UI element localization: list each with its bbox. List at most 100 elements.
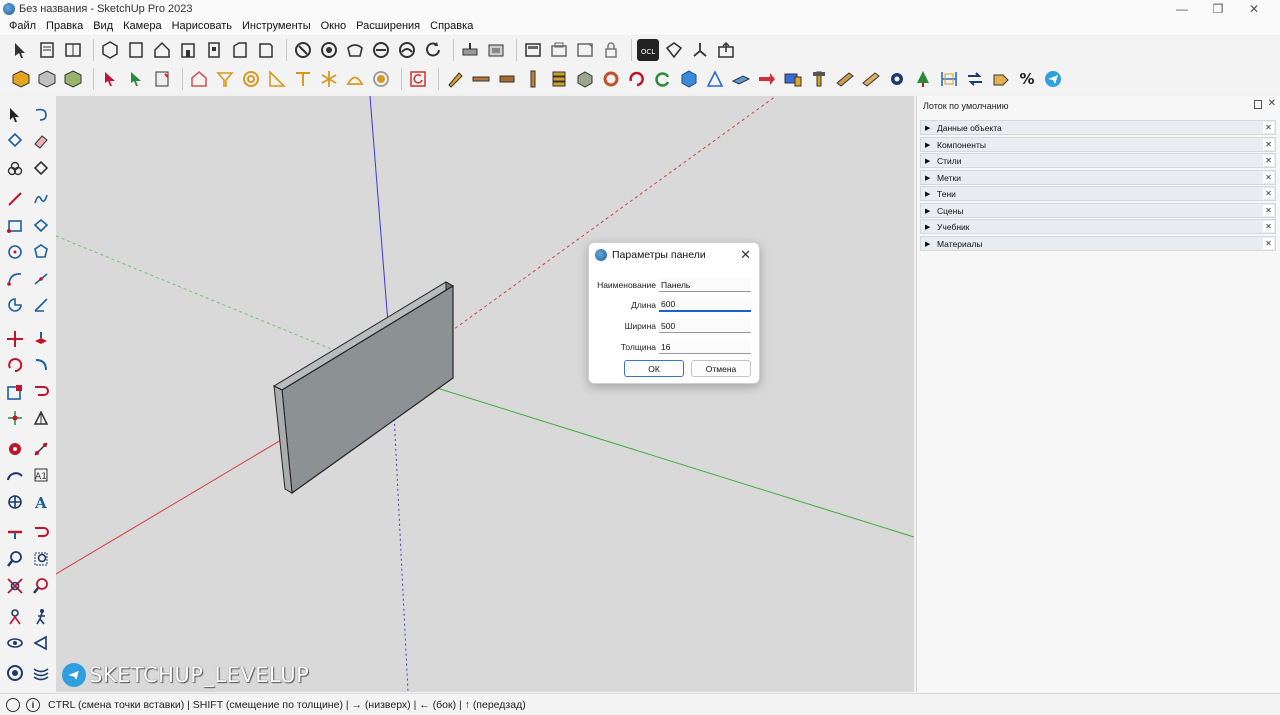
menu-window[interactable]: Окно	[316, 20, 352, 32]
stack-icon[interactable]	[548, 68, 570, 90]
tray-panel-shadows[interactable]: ▶ Тени ✕	[920, 186, 1276, 201]
minimize-button[interactable]: —	[1164, 0, 1200, 17]
text-icon[interactable]	[292, 68, 314, 90]
front-view-icon[interactable]	[177, 39, 199, 61]
monochrome-icon[interactable]	[422, 39, 444, 61]
name-input[interactable]	[659, 278, 751, 292]
xray-icon[interactable]	[292, 39, 314, 61]
advanced-camera-icon[interactable]	[30, 632, 52, 654]
tag-tool-icon[interactable]	[30, 158, 52, 180]
maximize-button[interactable]: ❐	[1200, 0, 1236, 17]
tray-panel-instructor[interactable]: ▶ Учебник ✕	[920, 219, 1276, 234]
house-icon[interactable]	[188, 68, 210, 90]
pie-icon[interactable]	[4, 294, 26, 316]
dimension-icon[interactable]	[938, 68, 960, 90]
text-tool-icon[interactable]: A1	[30, 464, 52, 486]
wireframe-icon[interactable]	[344, 39, 366, 61]
tray-panel-components[interactable]: ▶ Компоненты ✕	[920, 137, 1276, 152]
right-view-icon[interactable]	[203, 39, 225, 61]
offset-icon[interactable]	[30, 381, 52, 403]
components-tool-icon[interactable]	[4, 158, 26, 180]
gear-icon[interactable]	[886, 68, 908, 90]
section-cut-icon[interactable]	[485, 39, 507, 61]
panel-icon[interactable]	[730, 68, 752, 90]
ruler-icon[interactable]	[266, 68, 288, 90]
rectangle-icon[interactable]	[4, 215, 26, 237]
geo-location-icon[interactable]	[6, 697, 20, 712]
line-icon[interactable]	[4, 188, 26, 210]
info-icon[interactable]: i	[26, 697, 40, 712]
panel-close-button[interactable]: ✕	[1263, 139, 1274, 150]
3d-viewport[interactable]	[56, 96, 914, 692]
polygon-icon[interactable]	[30, 241, 52, 263]
rotate-icon[interactable]	[626, 68, 648, 90]
move-icon[interactable]	[4, 328, 26, 350]
board-icon[interactable]	[470, 68, 492, 90]
drill-icon[interactable]	[782, 68, 804, 90]
line-tool-icon[interactable]	[704, 68, 726, 90]
menu-view[interactable]: Вид	[88, 20, 118, 32]
panel-close-button[interactable]: ✕	[1263, 188, 1274, 199]
panel-close-button[interactable]: ✕	[1263, 205, 1274, 216]
component-icon[interactable]	[36, 68, 58, 90]
back-view-icon[interactable]	[229, 39, 251, 61]
sphere-icon[interactable]	[370, 68, 392, 90]
scale-icon[interactable]	[4, 381, 26, 403]
paint-arrow-icon[interactable]	[125, 68, 147, 90]
pillar-icon[interactable]	[522, 68, 544, 90]
telegram-icon[interactable]	[1042, 68, 1064, 90]
paint-bucket-icon[interactable]	[4, 130, 26, 152]
menu-help[interactable]: Справка	[425, 20, 478, 32]
asterisk-icon[interactable]	[318, 68, 340, 90]
lock-icon[interactable]	[600, 39, 622, 61]
ok-button[interactable]: ОК	[624, 360, 684, 377]
pencil-icon[interactable]	[444, 68, 466, 90]
zoom-window-icon[interactable]	[30, 548, 52, 570]
tag-icon[interactable]	[990, 68, 1012, 90]
saw-icon[interactable]	[808, 68, 830, 90]
protractor-icon[interactable]	[4, 464, 26, 486]
panel-close-button[interactable]: ✕	[1263, 122, 1274, 133]
hidden-line-icon[interactable]	[370, 39, 392, 61]
arc-icon[interactable]	[4, 268, 26, 290]
cube-icon[interactable]	[678, 68, 700, 90]
eraser-icon[interactable]	[30, 130, 52, 152]
position-camera-icon[interactable]	[4, 606, 26, 628]
left-view-icon[interactable]	[255, 39, 277, 61]
make-component-icon[interactable]	[62, 39, 84, 61]
pin-icon[interactable]	[1254, 100, 1262, 109]
plank-angle-icon[interactable]	[860, 68, 882, 90]
dome-icon[interactable]	[344, 68, 366, 90]
rotated-rectangle-icon[interactable]	[30, 215, 52, 237]
menu-file[interactable]: Файл	[4, 20, 41, 32]
3d-text-icon[interactable]: A	[30, 491, 52, 513]
wall-icon[interactable]	[548, 39, 570, 61]
push-pull-icon[interactable]	[30, 328, 52, 350]
tray-panel-styles[interactable]: ▶ Стили ✕	[920, 153, 1276, 168]
swap-icon[interactable]	[964, 68, 986, 90]
tray-panel-tags[interactable]: ▶ Метки ✕	[920, 170, 1276, 185]
frame-icon[interactable]	[574, 39, 596, 61]
panel-close-button[interactable]: ✕	[1263, 221, 1274, 232]
menu-camera[interactable]: Камера	[118, 20, 166, 32]
walk-icon[interactable]	[30, 606, 52, 628]
funnel-icon[interactable]	[214, 68, 236, 90]
book-icon[interactable]	[151, 68, 173, 90]
plank-icon[interactable]	[496, 68, 518, 90]
cycle-icon[interactable]	[652, 68, 674, 90]
walk-section-icon[interactable]	[30, 522, 52, 544]
menu-extensions[interactable]: Расширения	[351, 20, 425, 32]
material-icon[interactable]	[10, 68, 32, 90]
ocl-icon[interactable]: OCL	[637, 39, 659, 61]
ring-icon[interactable]	[600, 68, 622, 90]
sandbox-icon[interactable]	[30, 662, 52, 684]
panel-close-button[interactable]: ✕	[1263, 238, 1274, 249]
tape-measure-icon[interactable]	[4, 438, 26, 460]
circle-icon[interactable]	[240, 68, 262, 90]
panel-model[interactable]	[272, 281, 454, 495]
freehand-icon[interactable]	[30, 188, 52, 210]
export-icon[interactable]	[663, 39, 685, 61]
select-tool-icon[interactable]	[4, 104, 26, 126]
three-point-arc-icon[interactable]	[30, 294, 52, 316]
tray-panel-entity-info[interactable]: ▶ Данные объекта ✕	[920, 120, 1276, 135]
